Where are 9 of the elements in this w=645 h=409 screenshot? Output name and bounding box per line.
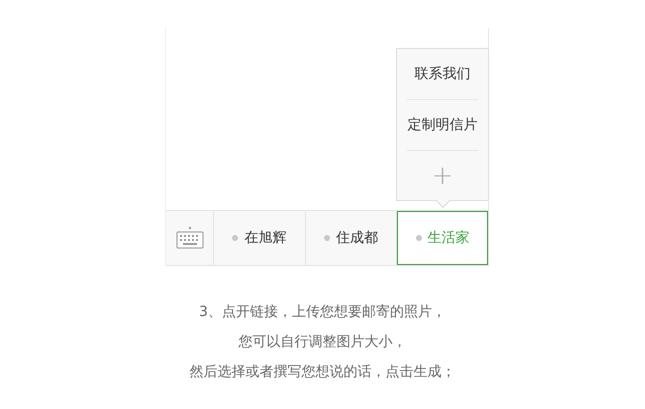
caption-text: 您可以自行调整图片大小，	[238, 333, 408, 352]
dot-icon	[416, 235, 422, 241]
keyboard-icon[interactable]	[176, 227, 204, 249]
submenu-item[interactable]: 定制明信片	[408, 114, 478, 136]
dot-icon	[232, 235, 238, 241]
caption-text: 然后选择或者撰写您想说的话，点击生成；	[188, 363, 456, 382]
caption-text: 3、点开链接，上传您想要邮寄的照片，	[198, 303, 447, 322]
dot-icon	[324, 235, 330, 241]
submenu-item[interactable]: 联系我们	[414, 64, 470, 84]
